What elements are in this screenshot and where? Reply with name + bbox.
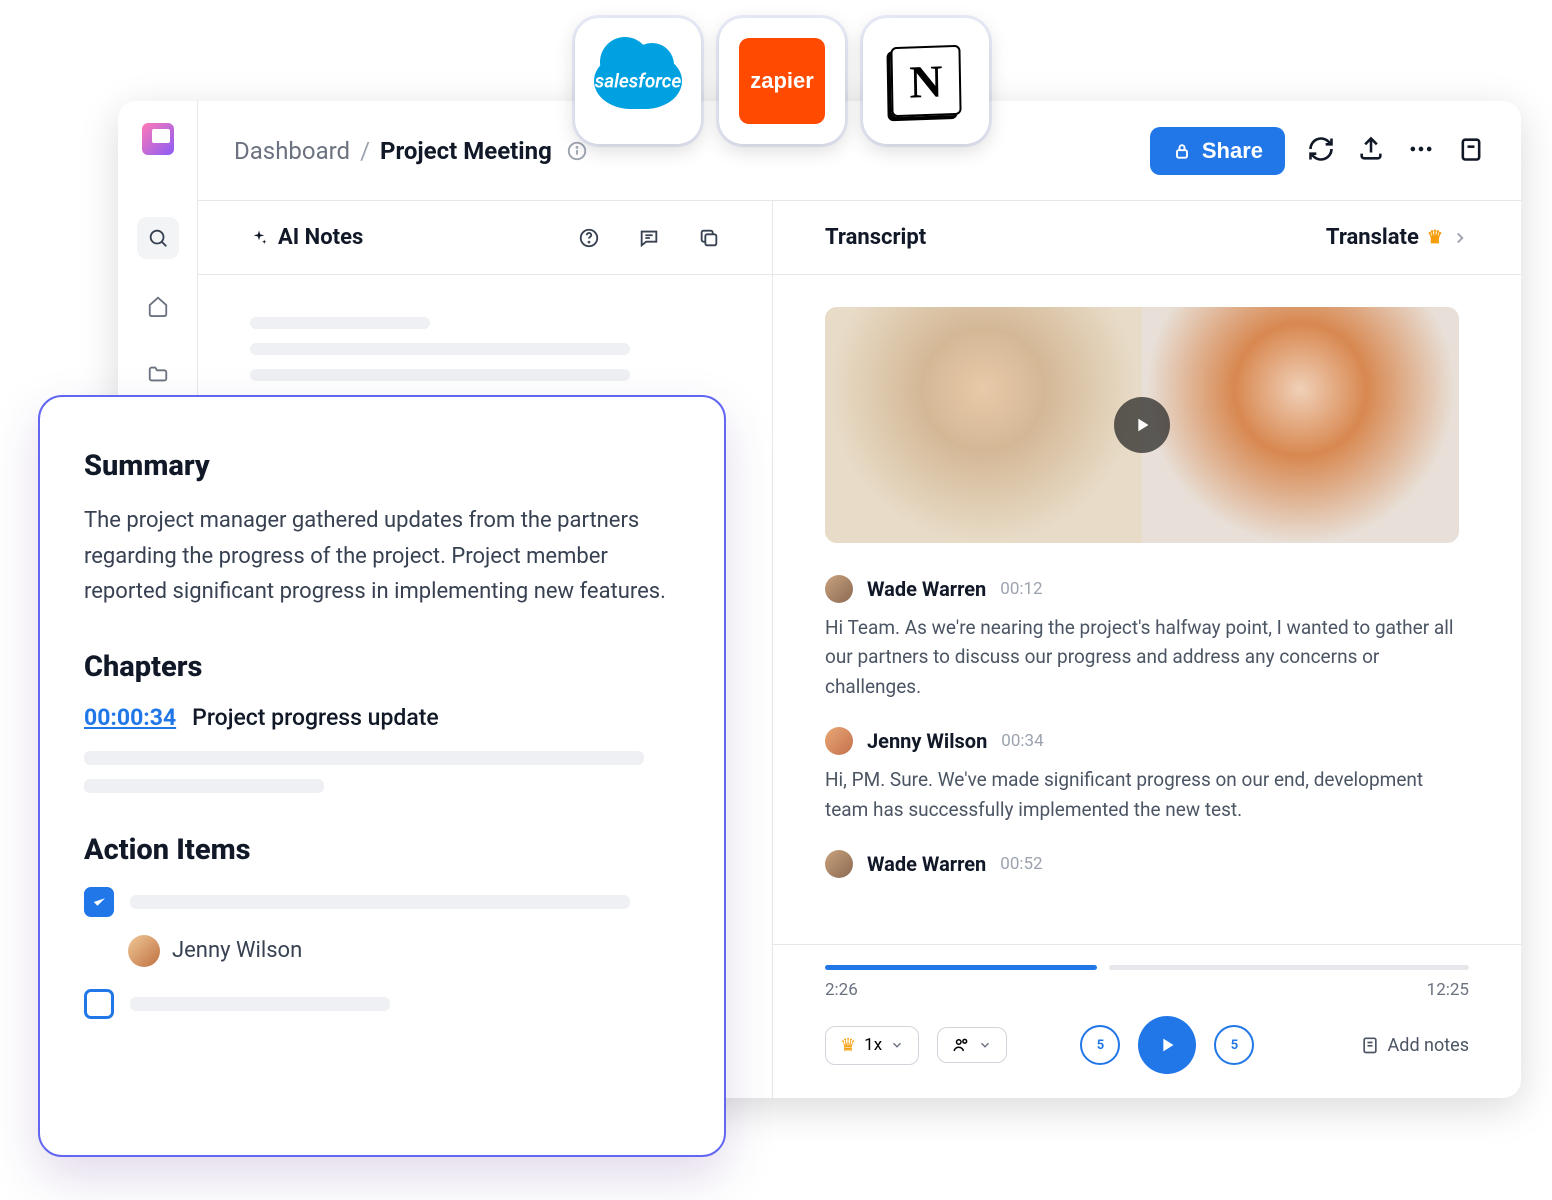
summary-heading: Summary <box>84 449 680 483</box>
chapter-timestamp[interactable]: 00:00:34 <box>84 704 176 731</box>
translate-label: Translate <box>1326 225 1419 250</box>
breadcrumb: Dashboard / Project Meeting <box>234 137 588 165</box>
add-notes-label: Add notes <box>1388 1035 1469 1056</box>
share-label: Share <box>1202 138 1263 164</box>
transcript-title: Transcript <box>825 225 926 250</box>
avatar <box>825 575 853 603</box>
time-current: 2:26 <box>825 980 858 1000</box>
avatar <box>128 935 160 967</box>
timestamp[interactable]: 00:12 <box>1000 579 1042 599</box>
more-icon[interactable] <box>1407 135 1435 167</box>
app-logo[interactable] <box>142 123 174 155</box>
summary-body: The project manager gathered updates fro… <box>84 503 680 610</box>
player-bar: 2:26 12:25 ♛ 1x 5 5 <box>773 944 1521 1098</box>
zapier-logo: zapier <box>719 18 845 144</box>
ai-notes-header: AI Notes <box>198 201 772 275</box>
chat-icon[interactable] <box>638 227 660 249</box>
ai-notes-title: AI Notes <box>250 225 363 250</box>
home-icon[interactable] <box>137 285 179 327</box>
player-controls: ♛ 1x 5 5 Add notes <box>825 1016 1469 1074</box>
action-items-heading: Action Items <box>84 833 680 867</box>
timestamp[interactable]: 00:52 <box>1000 854 1042 874</box>
share-button[interactable]: Share <box>1150 127 1285 175</box>
sparkle-icon <box>250 229 268 247</box>
search-icon[interactable] <box>137 217 179 259</box>
breadcrumb-title: Project Meeting <box>380 137 552 165</box>
chapters-heading: Chapters <box>84 650 680 684</box>
header-actions: Share <box>1150 127 1485 175</box>
play-button[interactable] <box>1138 1016 1196 1074</box>
bookmark-icon[interactable] <box>1457 135 1485 167</box>
skip-back-button[interactable]: 5 <box>1080 1025 1120 1065</box>
upload-icon[interactable] <box>1357 135 1385 167</box>
checkbox-unchecked[interactable] <box>84 989 114 1019</box>
progress-bar[interactable] <box>825 965 1469 970</box>
skeleton-line <box>84 751 644 765</box>
crown-icon: ♛ <box>1427 227 1443 248</box>
salesforce-logo: salesforce <box>575 18 701 144</box>
ai-notes-label: AI Notes <box>278 225 363 250</box>
action-assignee: Jenny Wilson <box>128 935 680 967</box>
chapter-title: Project progress update <box>192 704 439 731</box>
participant-2 <box>1142 307 1459 543</box>
crown-icon: ♛ <box>840 1035 856 1056</box>
speed-label: 1x <box>864 1035 882 1055</box>
integration-logos: salesforce zapier N <box>575 18 989 144</box>
skip-forward-button[interactable]: 5 <box>1214 1025 1254 1065</box>
transcript-entry: Jenny Wilson 00:34 Hi, PM. Sure. We've m… <box>825 727 1469 824</box>
transcript-header: Transcript Translate ♛ <box>773 201 1521 275</box>
assignee-name: Jenny Wilson <box>172 938 302 963</box>
transcript-entry: Wade Warren 00:12 Hi Team. As we're near… <box>825 575 1469 701</box>
checkbox-checked[interactable] <box>84 887 114 917</box>
translate-button[interactable]: Translate ♛ <box>1326 225 1469 250</box>
add-notes-button[interactable]: Add notes <box>1360 1035 1469 1056</box>
avatar <box>825 727 853 755</box>
video-thumbnail[interactable] <box>825 307 1459 543</box>
summary-card: Summary The project manager gathered upd… <box>38 395 726 1157</box>
participant-1 <box>825 307 1142 543</box>
action-item <box>84 887 680 917</box>
skeleton-line <box>130 997 390 1011</box>
avatar <box>825 850 853 878</box>
speaker-filter-button[interactable] <box>937 1027 1007 1063</box>
speaker-name: Wade Warren <box>867 577 986 601</box>
chapter-row[interactable]: 00:00:34 Project progress update <box>84 704 680 731</box>
transcript-text: Hi Team. As we're nearing the project's … <box>825 613 1469 701</box>
chevron-right-icon <box>1451 229 1469 247</box>
transcript-panel: Transcript Translate ♛ Wade Warren <box>773 201 1521 1098</box>
breadcrumb-dashboard[interactable]: Dashboard <box>234 137 350 165</box>
folder-icon[interactable] <box>137 353 179 395</box>
notion-logo: N <box>863 18 989 144</box>
breadcrumb-separator: / <box>360 137 370 165</box>
speed-button[interactable]: ♛ 1x <box>825 1026 919 1065</box>
salesforce-text: salesforce <box>595 70 682 93</box>
timestamp[interactable]: 00:34 <box>1001 731 1043 751</box>
action-item <box>84 989 680 1019</box>
video-play-button[interactable] <box>1114 397 1170 453</box>
refresh-icon[interactable] <box>1307 135 1335 167</box>
skeleton-line <box>130 895 630 909</box>
speaker-name: Wade Warren <box>867 852 986 876</box>
transcript-text: Hi, PM. Sure. We've made significant pro… <box>825 765 1469 824</box>
transcript-body: Wade Warren 00:12 Hi Team. As we're near… <box>773 275 1521 944</box>
transcript-entry: Wade Warren 00:52 <box>825 850 1469 878</box>
speaker-name: Jenny Wilson <box>867 729 987 753</box>
copy-icon[interactable] <box>698 227 720 249</box>
skeleton-line <box>84 779 324 793</box>
help-icon[interactable] <box>578 227 600 249</box>
time-total: 12:25 <box>1427 980 1469 1000</box>
